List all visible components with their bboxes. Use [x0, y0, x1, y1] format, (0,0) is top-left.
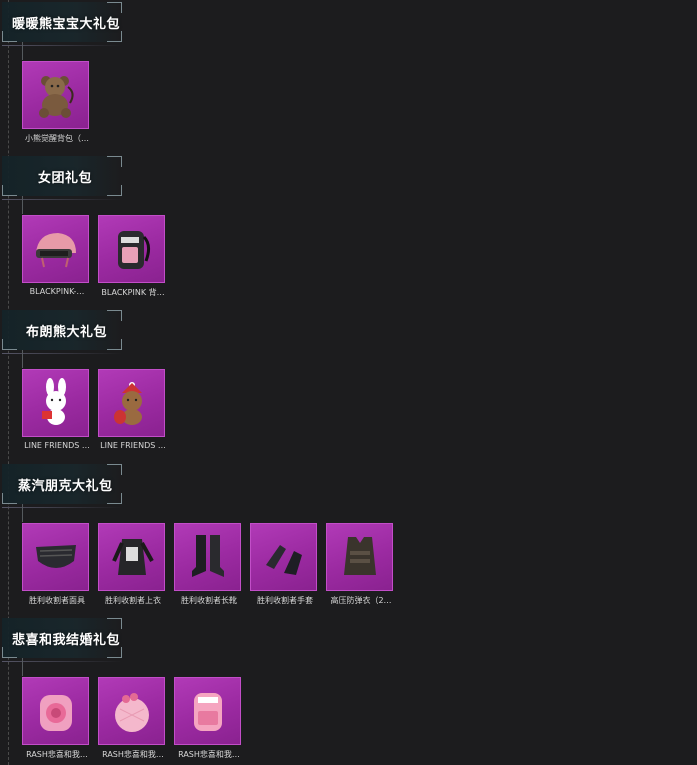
- item-label: 胜利收割者长靴: [181, 596, 237, 605]
- item-card[interactable]: LINE FRIENDS …: [98, 369, 166, 450]
- item-label: RASH悲喜和我…: [102, 750, 164, 759]
- jacket-icon: [111, 539, 154, 575]
- item-card[interactable]: 胜利收割者长靴: [174, 523, 241, 606]
- item-thumbnail[interactable]: [22, 215, 89, 283]
- item-label: RASH悲喜和我…: [178, 750, 240, 759]
- mask-icon: [35, 545, 76, 568]
- item-label: LINE FRIENDS …: [24, 441, 90, 450]
- section-header: 悲喜和我结婚礼包: [2, 618, 122, 676]
- item-label: 胜利收割者面具: [29, 596, 85, 605]
- item-thumbnail[interactable]: [98, 369, 165, 437]
- item-card[interactable]: BLACKPINK-…: [22, 215, 89, 298]
- section-header: 布朗熊大礼包: [2, 310, 122, 368]
- section-header: 女团礼包: [2, 156, 122, 214]
- item-card[interactable]: 胜利收割者面具: [22, 523, 89, 606]
- item-label: BLACKPINK 背…: [101, 288, 165, 297]
- item-card[interactable]: 小熊觉醒背包（…: [22, 61, 89, 144]
- item-thumbnail[interactable]: [326, 523, 393, 591]
- item-label: RASH悲喜和我…: [26, 750, 88, 759]
- item-card[interactable]: BLACKPINK 背…: [98, 215, 165, 298]
- brown-bear-icon: [113, 382, 142, 425]
- item-thumbnail[interactable]: [22, 523, 89, 591]
- vest-icon: [343, 537, 376, 575]
- item-label: LINE FRIENDS …: [100, 441, 166, 450]
- item-label: 胜利收割者手套: [257, 596, 313, 605]
- black-backpack-icon: [117, 231, 150, 269]
- item-label: 小熊觉醒背包（…: [25, 134, 89, 143]
- gloves-icon: [265, 545, 302, 575]
- rose-backpack-icon: [39, 695, 72, 731]
- item-thumbnail[interactable]: [22, 677, 89, 745]
- section-title: 女团礼包: [38, 171, 93, 186]
- item-label: 胜利收割者上衣: [105, 596, 161, 605]
- section-title: 布朗熊大礼包: [26, 325, 108, 340]
- item-thumbnail[interactable]: [174, 677, 241, 745]
- section-title: 蒸汽朋克大礼包: [18, 479, 113, 494]
- item-label: 高压防弹衣（2…: [330, 596, 392, 605]
- boots-icon: [191, 535, 224, 577]
- item-thumbnail[interactable]: [22, 369, 89, 437]
- cony-bunny-icon: [41, 378, 66, 425]
- item-card[interactable]: 高压防弹衣（2…: [326, 523, 393, 606]
- item-thumbnail[interactable]: [98, 215, 165, 283]
- section-header: 蒸汽朋克大礼包: [2, 464, 122, 522]
- section-title: 暖暖熊宝宝大礼包: [12, 17, 121, 32]
- item-card[interactable]: 胜利收割者手套: [250, 523, 317, 606]
- item-thumbnail[interactable]: [22, 61, 89, 129]
- section-title: 悲喜和我结婚礼包: [12, 633, 121, 648]
- teddy-bear-backpack-icon: [38, 76, 74, 118]
- item-card[interactable]: LINE FRIENDS …: [22, 369, 90, 450]
- item-card[interactable]: 胜利收割者上衣: [98, 523, 165, 606]
- item-thumbnail[interactable]: [174, 523, 241, 591]
- item-card[interactable]: RASH悲喜和我…: [22, 677, 89, 760]
- item-thumbnail[interactable]: [250, 523, 317, 591]
- pink-helmet-icon: [35, 233, 76, 268]
- item-card[interactable]: RASH悲喜和我…: [98, 677, 165, 760]
- pink-backpack-icon: [193, 693, 222, 731]
- item-label: BLACKPINK-…: [29, 287, 85, 296]
- item-thumbnail[interactable]: [98, 523, 165, 591]
- round-pink-bag-icon: [114, 693, 149, 732]
- section-header: 暖暖熊宝宝大礼包: [2, 2, 122, 60]
- item-card[interactable]: RASH悲喜和我…: [174, 677, 241, 760]
- item-thumbnail[interactable]: [98, 677, 165, 745]
